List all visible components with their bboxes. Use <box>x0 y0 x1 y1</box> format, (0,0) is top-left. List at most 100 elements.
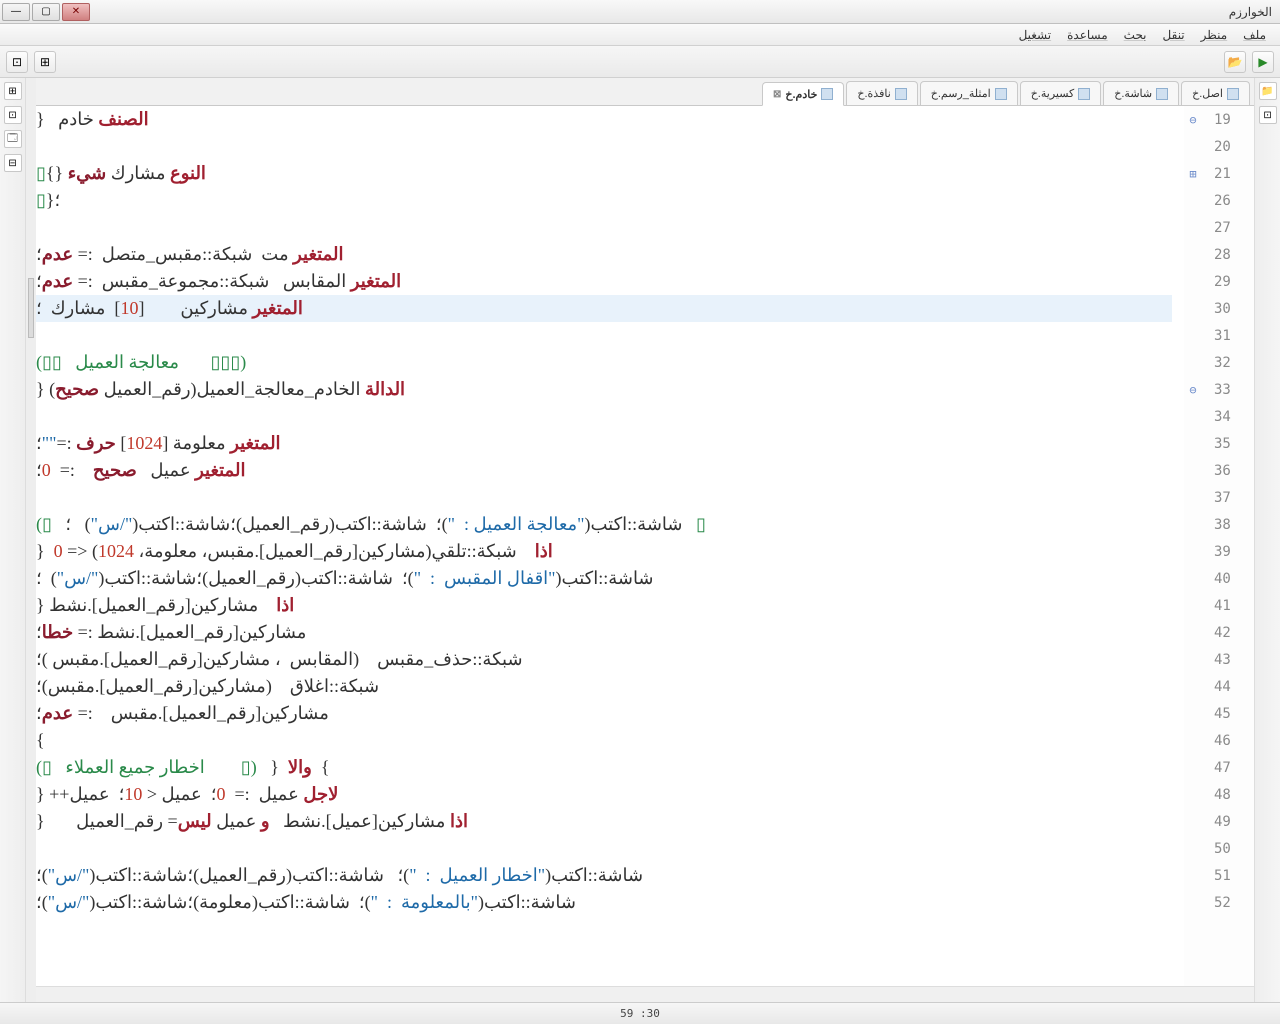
code-line[interactable]: } <box>36 727 1172 754</box>
code-line[interactable]: المتغير مشاركين [10] مشارك ؛ <box>36 295 1172 322</box>
code-line[interactable]: المتغير معلومة [1024] حرف :=""؛ <box>36 430 1172 457</box>
code-line[interactable]: اذا مشاركين[رقم_العميل].نشط { <box>36 592 1172 619</box>
line-number: 49 <box>1214 808 1254 835</box>
menu-run[interactable]: تشغيل <box>1011 28 1060 42</box>
code-line[interactable]: المتغير عميل صحيح := 0؛ <box>36 457 1172 484</box>
tab-0[interactable]: اصل.خ <box>1181 81 1250 105</box>
sidebar-folder-icon[interactable]: 📁 <box>1259 82 1277 100</box>
code-line[interactable]: مشاركين[رقم_العميل].مقبس := عدم؛ <box>36 700 1172 727</box>
code-line[interactable] <box>36 214 1172 241</box>
code-line[interactable]: اذا شبكة::تلقي(مشاركين[رقم_العميل].مقبس،… <box>36 538 1172 565</box>
horizontal-scrollbar[interactable] <box>36 986 1254 1002</box>
code-line[interactable]: لاجل عميل := 0؛ عميل < 10؛ عميل++ { <box>36 781 1172 808</box>
tab-5[interactable]: خادم.خ⊠ <box>762 82 844 106</box>
menu-view[interactable]: منظر <box>1193 28 1236 42</box>
menu-bar: ملف منظر تنقل بحث مساعدة تشغيل <box>0 24 1280 46</box>
menu-navigate[interactable]: تنقل <box>1155 28 1193 42</box>
fold-toggle <box>1184 214 1202 241</box>
cursor-position: 59 :30 <box>620 1007 660 1020</box>
line-number: 48 <box>1214 781 1254 808</box>
tab-2[interactable]: كسيرية.خ <box>1020 81 1102 105</box>
menu-search[interactable]: بحث <box>1116 28 1155 42</box>
minimize-button[interactable]: — <box>2 3 30 21</box>
tab-1[interactable]: شاشة.خ <box>1103 81 1179 105</box>
status-bar: 59 :30 <box>0 1002 1280 1024</box>
code-line[interactable]: النوع مشارك شيء {}▯ <box>36 160 1172 187</box>
code-line[interactable]: المتغير المقابس شبكة::مجموعة_مقبس := عدم… <box>36 268 1172 295</box>
code-line[interactable] <box>36 484 1172 511</box>
code-line[interactable]: مشاركين[رقم_العميل].نشط := خطا؛ <box>36 619 1172 646</box>
sidebar-view-icon[interactable]: ⊡ <box>1259 106 1277 124</box>
code-line[interactable]: شبكة::حذف_مقبس (المقابس ، مشاركين[رقم_ال… <box>36 646 1172 673</box>
tab-label: نافذة.خ <box>857 87 890 100</box>
layout-button-1[interactable]: ⊞ <box>34 51 56 73</box>
code-line[interactable]: ؛{▯ <box>36 187 1172 214</box>
code-line[interactable]: اذا مشاركين[عميل].نشط و عميل ليس= رقم_ال… <box>36 808 1172 835</box>
line-number: 52 <box>1214 889 1254 916</box>
title-bar: الخوارزم — ▢ ✕ <box>0 0 1280 24</box>
line-number: 50 <box>1214 835 1254 862</box>
tab-label: شاشة.خ <box>1114 87 1152 100</box>
line-number: 42 <box>1214 619 1254 646</box>
fold-toggle <box>1184 781 1202 808</box>
code-line[interactable]: الصنف خادم { <box>36 106 1172 133</box>
left-tool-4[interactable]: ⊟ <box>4 154 22 172</box>
menu-file[interactable]: ملف <box>1235 28 1274 42</box>
code-line[interactable]: ▯ شاشة::اكتب("معالجة العميل : ")؛ شاشة::… <box>36 511 1172 538</box>
code-editor[interactable]: 1920212627282930313233343536373839404142… <box>36 106 1254 986</box>
left-tool-3[interactable]: 🗔 <box>4 130 22 148</box>
file-icon <box>1227 88 1239 100</box>
window-title: الخوارزم <box>1229 5 1278 19</box>
line-number: 47 <box>1214 754 1254 781</box>
line-number: 28 <box>1214 241 1254 268</box>
fold-toggle <box>1184 646 1202 673</box>
fold-toggle <box>1184 430 1202 457</box>
fold-toggle <box>1184 241 1202 268</box>
tab-4[interactable]: نافذة.خ <box>846 81 917 105</box>
left-tool-2[interactable]: ⊡ <box>4 106 22 124</box>
tab-label: امثلة_رسم.خ <box>931 87 991 100</box>
line-number: 40 <box>1214 565 1254 592</box>
run-button[interactable]: ▶ <box>1252 51 1274 73</box>
code-line[interactable]: الدالة الخادم_معالجة_العميل(رقم_العميل ص… <box>36 376 1172 403</box>
code-line[interactable]: شبكة::اغلاق (مشاركين[رقم_العميل].مقبس)؛ <box>36 673 1172 700</box>
code-line[interactable]: شاشة::اكتب("بالمعلومة : ")؛ شاشة::اكتب(م… <box>36 889 1172 916</box>
code-line[interactable] <box>36 835 1172 862</box>
file-icon <box>995 88 1007 100</box>
fold-toggle <box>1184 295 1202 322</box>
left-sidebar: ⊞ ⊡ 🗔 ⊟ <box>0 78 26 1002</box>
code-line[interactable]: المتغير مت شبكة::مقبس_متصل := عدم؛ <box>36 241 1172 268</box>
fold-toggle <box>1184 754 1202 781</box>
tab-label: كسيرية.خ <box>1031 87 1075 100</box>
fold-toggle[interactable]: ⊖ <box>1184 106 1202 133</box>
tab-3[interactable]: امثلة_رسم.خ <box>920 81 1018 105</box>
fold-toggle <box>1184 835 1202 862</box>
code-line[interactable]: } والا { (▯ اخطار جميع العملاء ▯) <box>36 754 1172 781</box>
left-tool-1[interactable]: ⊞ <box>4 82 22 100</box>
line-number: 43 <box>1214 646 1254 673</box>
split-handle[interactable] <box>26 78 36 1002</box>
code-line[interactable] <box>36 403 1172 430</box>
fold-toggle <box>1184 322 1202 349</box>
fold-toggle <box>1184 619 1202 646</box>
menu-help[interactable]: مساعدة <box>1059 28 1116 42</box>
close-button[interactable]: ✕ <box>62 3 90 21</box>
code-line[interactable] <box>36 133 1172 160</box>
line-number: 37 <box>1214 484 1254 511</box>
code-line[interactable]: (▯▯▯ معالجة العميل ▯▯) <box>36 349 1172 376</box>
fold-toggle <box>1184 133 1202 160</box>
line-number: 19 <box>1214 106 1254 133</box>
layout-button-2[interactable]: ⊡ <box>6 51 28 73</box>
line-number: 29 <box>1214 268 1254 295</box>
code-line[interactable]: شاشة::اكتب("اقفال المقبس : ")؛ شاشة::اكت… <box>36 565 1172 592</box>
code-line[interactable] <box>36 322 1172 349</box>
line-number: 26 <box>1214 187 1254 214</box>
fold-toggle[interactable]: ⊞ <box>1184 160 1202 187</box>
fold-toggle[interactable]: ⊖ <box>1184 376 1202 403</box>
fold-toggle <box>1184 403 1202 430</box>
code-line[interactable]: شاشة::اكتب("اخطار العميل : ")؛ شاشة::اكت… <box>36 862 1172 889</box>
maximize-button[interactable]: ▢ <box>32 3 60 21</box>
open-button[interactable]: 📂 <box>1224 51 1246 73</box>
tab-close-icon[interactable]: ⊠ <box>773 89 781 100</box>
line-number: 35 <box>1214 430 1254 457</box>
